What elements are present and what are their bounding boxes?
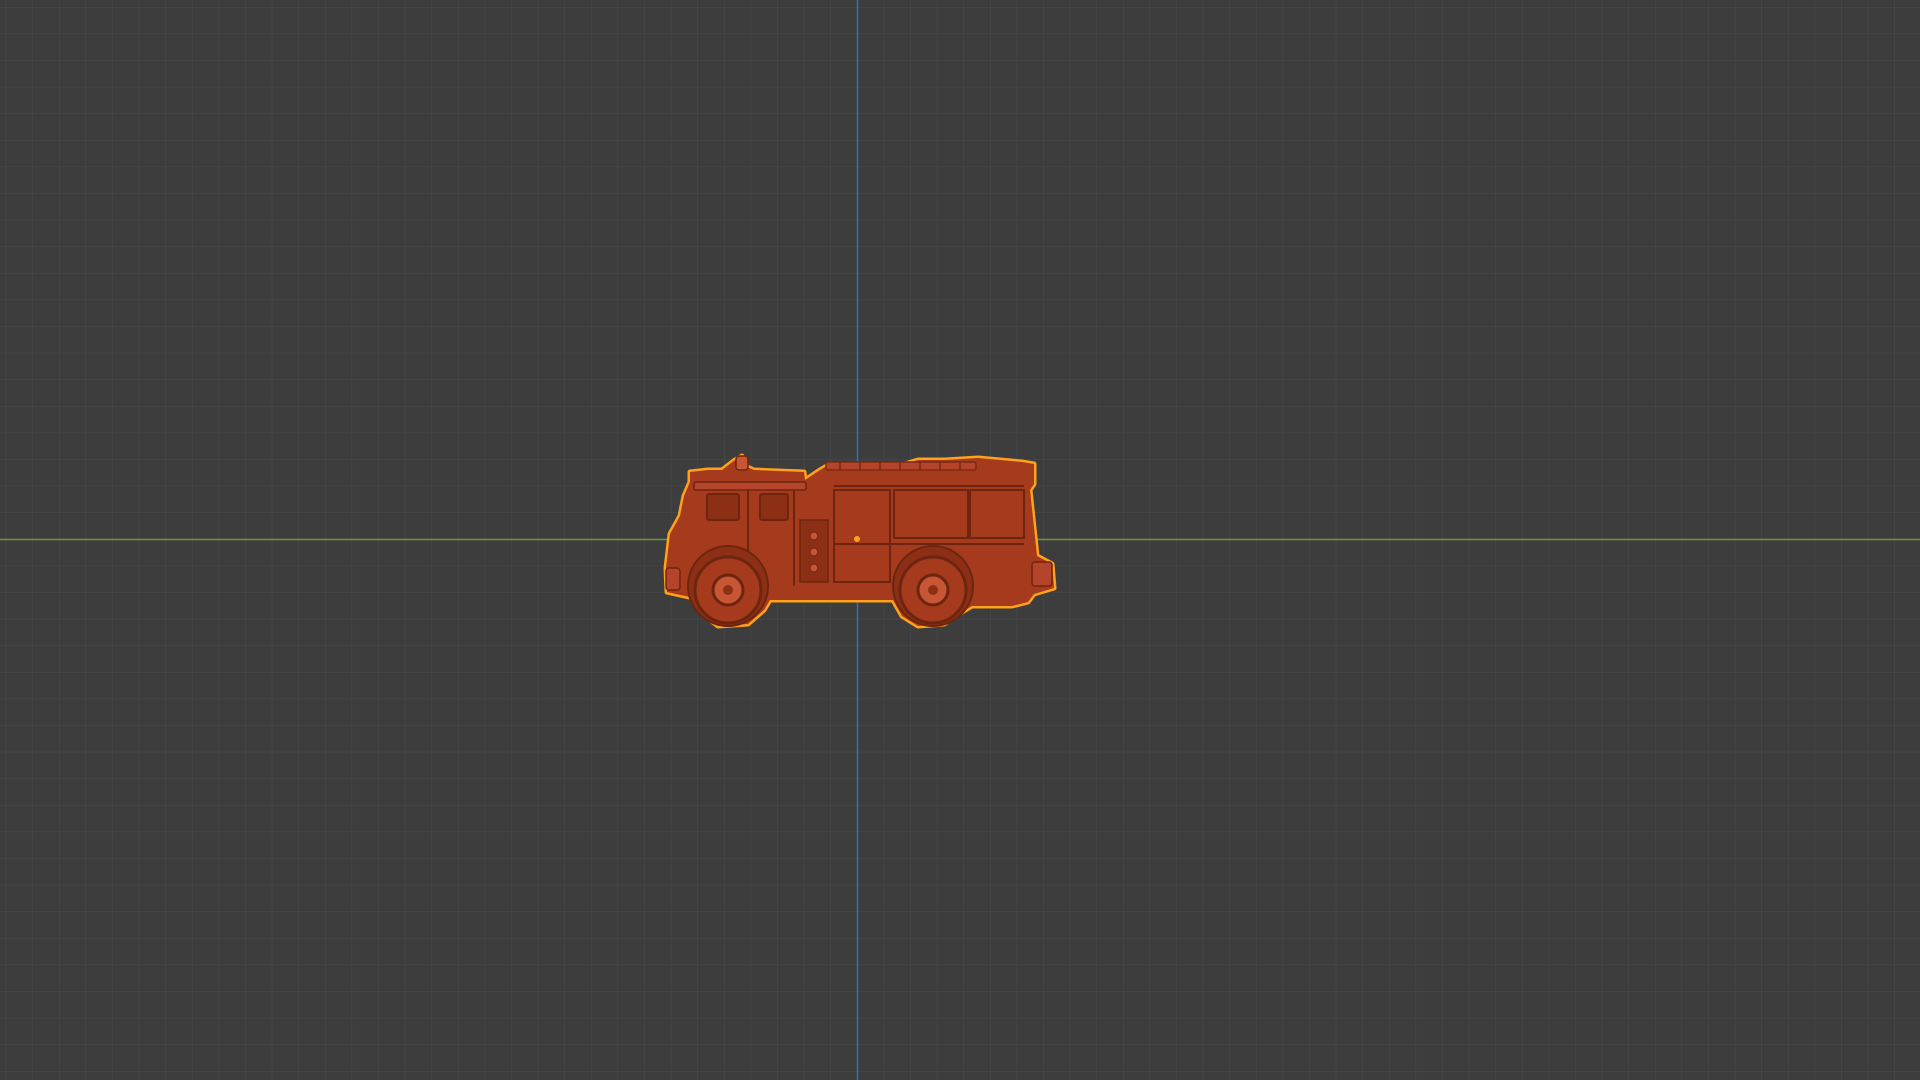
pump-valve — [809, 531, 819, 541]
fire-truck-object[interactable] — [663, 453, 1057, 629]
rear-wheel — [892, 545, 974, 627]
3d-viewport[interactable] — [0, 0, 1920, 1080]
compartment-3 — [969, 489, 1025, 539]
cab-window-rear — [706, 493, 740, 521]
selection-origin-dot — [854, 536, 860, 542]
pump-valve — [809, 563, 819, 573]
rear-wheel-cap — [928, 585, 938, 595]
cab-window-front — [759, 493, 789, 521]
front-wheel-cap — [723, 585, 733, 595]
beacon-light — [735, 455, 749, 471]
front-bumper — [665, 567, 681, 591]
rear-bumper — [1031, 561, 1053, 587]
compartment-2 — [893, 489, 969, 539]
compartment-1 — [833, 489, 891, 583]
ladder — [825, 461, 977, 471]
pump-valve — [809, 547, 819, 557]
viewport-canvas[interactable] — [0, 0, 1920, 1080]
cab-roof — [693, 481, 807, 491]
front-wheel — [687, 545, 769, 627]
